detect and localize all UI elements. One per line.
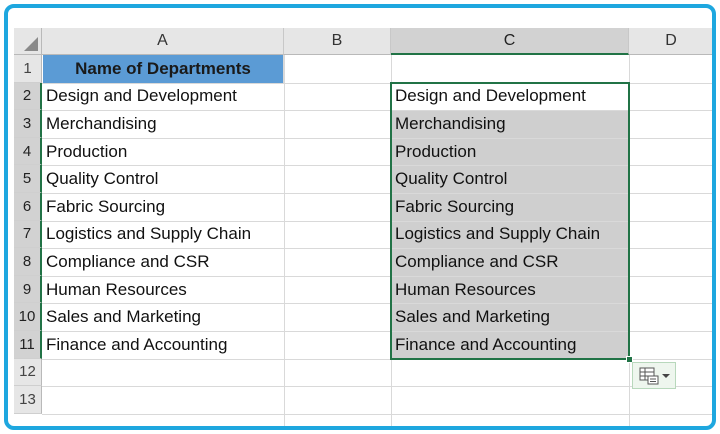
column-header-a[interactable]: A <box>42 28 284 55</box>
column-header-c[interactable]: C <box>391 28 629 55</box>
gridline <box>42 358 712 360</box>
cell-a6[interactable]: Fabric Sourcing <box>42 193 284 221</box>
row-header-3[interactable]: 3 <box>14 110 42 138</box>
screenshot-frame: A B C D 1 2 3 4 5 6 7 8 9 10 11 12 13 Na… <box>4 4 716 430</box>
row-header-12[interactable]: 12 <box>14 358 42 387</box>
row-header-1[interactable]: 1 <box>14 55 42 83</box>
row-header-9[interactable]: 9 <box>14 275 42 304</box>
cell-a11[interactable]: Finance and Accounting <box>42 331 284 359</box>
cell-c8[interactable]: Compliance and CSR <box>391 248 629 276</box>
cell-c3[interactable]: Merchandising <box>391 110 629 138</box>
cell-a9[interactable]: Human Resources <box>42 276 284 304</box>
row-header-2[interactable]: 2 <box>14 82 42 111</box>
cell-c9[interactable]: Human Resources <box>391 276 629 304</box>
cell-c4[interactable]: Production <box>391 138 629 166</box>
row-header-5[interactable]: 5 <box>14 165 42 193</box>
row-header-13[interactable]: 13 <box>14 386 42 414</box>
cell-c6[interactable]: Fabric Sourcing <box>391 193 629 221</box>
row-header-10[interactable]: 10 <box>14 303 42 331</box>
select-all-corner[interactable] <box>14 28 42 55</box>
spreadsheet-grid[interactable]: A B C D 1 2 3 4 5 6 7 8 9 10 11 12 13 Na… <box>14 28 714 428</box>
cell-a4[interactable]: Production <box>42 138 284 166</box>
row-header-11[interactable]: 11 <box>14 331 42 359</box>
column-header-b[interactable]: B <box>284 28 391 55</box>
cell-c5[interactable]: Quality Control <box>391 165 629 193</box>
chevron-down-icon <box>661 373 670 378</box>
row-header-7[interactable]: 7 <box>14 220 42 249</box>
paste-options-icon <box>639 367 658 384</box>
cell-a7[interactable]: Logistics and Supply Chain <box>42 221 284 249</box>
row-header-6[interactable]: 6 <box>14 193 42 221</box>
cell-a3[interactable]: Merchandising <box>42 110 284 138</box>
gridline <box>42 413 712 415</box>
cell-c7[interactable]: Logistics and Supply Chain <box>391 221 629 249</box>
cell-a2[interactable]: Design and Development <box>42 83 284 111</box>
row-header-8[interactable]: 8 <box>14 248 42 276</box>
paste-options-button[interactable] <box>632 362 676 389</box>
select-all-triangle-icon <box>24 37 38 51</box>
cell-c10[interactable]: Sales and Marketing <box>391 303 629 331</box>
cell-a1-header[interactable]: Name of Departments <box>43 55 284 83</box>
row-header-4[interactable]: 4 <box>14 137 42 166</box>
cell-c11[interactable]: Finance and Accounting <box>391 331 629 359</box>
column-header-d[interactable]: D <box>629 28 712 55</box>
cell-a5[interactable]: Quality Control <box>42 165 284 193</box>
gridline <box>713 55 714 428</box>
cell-a8[interactable]: Compliance and CSR <box>42 248 284 276</box>
gridline <box>42 386 712 388</box>
cell-c2[interactable]: Design and Development <box>391 83 629 111</box>
cell-a10[interactable]: Sales and Marketing <box>42 303 284 331</box>
